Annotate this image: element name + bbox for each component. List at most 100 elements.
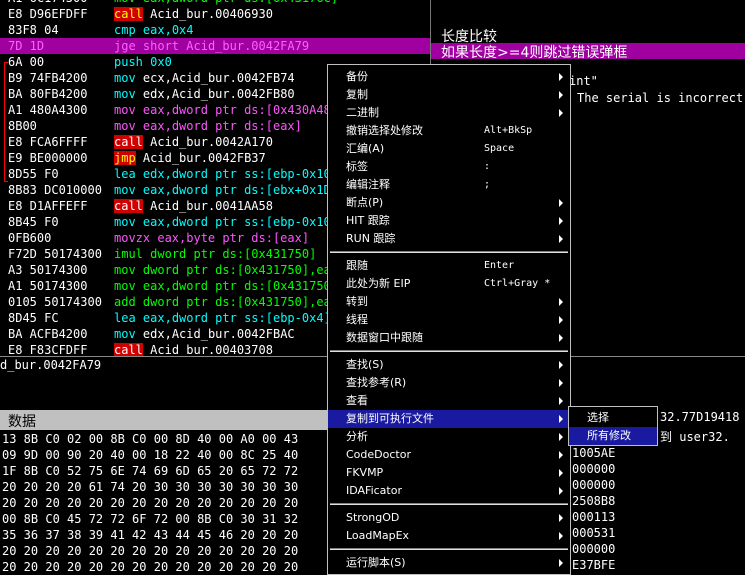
disasm-operands: eax,dword ptr ss:[ebp-0x4] xyxy=(142,311,331,325)
menu-item-8[interactable]: HIT 跟踪 xyxy=(328,212,570,230)
menu-item-shortcut: Alt+BkSp xyxy=(484,125,533,136)
disasm-instruction: lea eax,dword ptr ss:[ebp-0x4] xyxy=(114,310,331,326)
menu-item-label: 复制到可执行文件 xyxy=(346,412,434,425)
menu-item-6[interactable]: 编辑注释; xyxy=(328,176,570,194)
menu-item-5[interactable]: 标签: xyxy=(328,158,570,176)
data-pane-title: 数据 xyxy=(8,414,36,430)
context-menu[interactable]: 备份 复制二进制撤销选择处修改 Alt+BkSp 汇编(A) Space 标签: 编辑注释;… xyxy=(327,64,571,575)
menu-item-label: CodeDoctor xyxy=(346,448,411,461)
menu-item-15[interactable]: 数据窗口中跟随 xyxy=(328,329,570,347)
disasm-instruction: mov dword ptr ds:[0x431750],eax xyxy=(114,262,338,278)
menu-item-label: 二进制 xyxy=(346,106,379,119)
stack-addr-label: 32.77D19418 xyxy=(660,410,740,424)
menu-item-2[interactable]: 二进制 xyxy=(328,104,570,122)
disasm-opcode-bytes: A3 50174300 xyxy=(8,263,88,277)
stack-value: E37BFE xyxy=(572,558,616,572)
disasm-row[interactable]: 83F8 04 cmp eax,0x4 xyxy=(0,22,430,38)
menu-item-18[interactable]: 查找参考(R) xyxy=(328,374,570,392)
disasm-operands: eax,dword ptr ds:[ebx+0x1DC] xyxy=(142,183,346,197)
disasm-instruction: mov eax,dword ptr ds:[0x431750] xyxy=(114,278,338,294)
menu-item-label: 线程 xyxy=(346,313,368,326)
menu-item-label: StrongOD xyxy=(346,511,400,524)
menu-item-label: LoadMapEx xyxy=(346,529,410,542)
disasm-opcode-bytes: 0105 50174300 xyxy=(8,295,102,309)
disasm-instruction: imul dword ptr ds:[0x431750] xyxy=(114,246,316,262)
menu-item-label: 转到 xyxy=(346,295,368,308)
submenu-item-0[interactable]: 选择 xyxy=(569,409,657,427)
menu-item-29[interactable]: 运行脚本(S) xyxy=(328,554,570,572)
disasm-mnemonic: lea xyxy=(114,311,136,325)
menu-item-13[interactable]: 转到 xyxy=(328,293,570,311)
menu-item-label: FKVMP xyxy=(346,466,384,479)
menu-item-9[interactable]: RUN 跟踪 xyxy=(328,230,570,248)
disasm-instruction: movzx eax,byte ptr ds:[eax] xyxy=(114,230,309,246)
menu-item-26[interactable]: StrongOD xyxy=(328,509,570,527)
submenu-arrow-icon xyxy=(559,532,563,540)
disasm-mnemonic: mov xyxy=(114,215,136,229)
disasm-opcode-bytes: B9 74FB4200 xyxy=(8,71,88,85)
disasm-opcode-bytes: 8B83 DC010000 xyxy=(8,183,102,197)
disasm-mnemonic: mov xyxy=(114,327,136,341)
menu-item-label: 数据窗口中跟随 xyxy=(346,331,423,344)
menu-item-4[interactable]: 汇编(A) Space xyxy=(328,140,570,158)
menu-item-24[interactable]: IDAFicator xyxy=(328,482,570,500)
menu-item-7[interactable]: 断点(P) xyxy=(328,194,570,212)
submenu-arrow-icon xyxy=(559,379,563,387)
disasm-opcode-bytes: E8 F83CFDFF xyxy=(8,343,88,356)
hex-dump-row: 00 8B C0 45 72 72 6F 72 00 8B C0 30 31 3… xyxy=(2,512,299,526)
menu-item-label: 跟随 xyxy=(346,259,368,272)
menu-item-0[interactable]: 备份 xyxy=(328,68,570,86)
disasm-instruction: mov edx,Acid_bur.0042FB80 xyxy=(114,86,295,102)
disasm-row[interactable]: E8 D96EFDFF call Acid_bur.00406930 xyxy=(0,6,430,22)
menu-item-22[interactable]: CodeDoctor xyxy=(328,446,570,464)
disasm-mnemonic: cmp xyxy=(114,23,136,37)
menu-item-21[interactable]: 分析 xyxy=(328,428,570,446)
submenu-arrow-icon xyxy=(559,451,563,459)
menu-item-12[interactable]: 此处为新 EIP Ctrl+Gray * xyxy=(328,275,570,293)
disasm-mnemonic: jmp xyxy=(114,151,136,165)
disasm-opcode-bytes: 83F8 04 xyxy=(8,23,59,37)
menu-item-1[interactable]: 复制 xyxy=(328,86,570,104)
disasm-opcode-bytes: 0FB600 xyxy=(8,231,52,245)
comment-jump-explanation: 如果长度>=4则跳过错误弹框 xyxy=(441,45,628,61)
submenu-arrow-icon xyxy=(559,469,563,477)
disasm-instruction: mov eax,dword ptr ds:[0x430A48] xyxy=(114,102,338,118)
menu-item-17[interactable]: 查找(S) xyxy=(328,356,570,374)
menu-item-19[interactable]: 查看 xyxy=(328,392,570,410)
stack-value: 1005AE xyxy=(572,446,616,460)
hex-dump-row: 09 9D 00 90 20 40 00 18 22 40 00 8C 25 4… xyxy=(2,448,299,462)
disasm-operands: Acid_bur.0042A170 xyxy=(150,135,273,149)
disasm-instruction: mov edx,Acid_bur.0042FBAC xyxy=(114,326,295,342)
menu-item-3[interactable]: 撤销选择处修改 Alt+BkSp xyxy=(328,122,570,140)
disasm-operands: eax,dword ptr ds:[0x430A48] xyxy=(142,103,338,117)
menu-item-label: HIT 跟踪 xyxy=(346,214,390,227)
menu-item-27[interactable]: LoadMapEx xyxy=(328,527,570,545)
menu-item-20[interactable]: 复制到可执行文件 xyxy=(328,410,570,428)
disasm-operands: edx,dword ptr ss:[ebp-0x10] xyxy=(142,167,338,181)
menu-item-label: 运行脚本(S) xyxy=(346,556,406,569)
disasm-row[interactable]: 7D 1D jge short Acid_bur.0042FA79 xyxy=(0,38,430,54)
disasm-instruction: mov eax,dword ptr ss:[ebp-0x10] xyxy=(114,214,338,230)
disasm-operands: edx,Acid_bur.0042FB80 xyxy=(142,87,295,101)
disasm-opcode-bytes: 7D 1D xyxy=(8,39,45,53)
hex-dump-pane[interactable]: 13 8B C0 02 00 8B C0 00 8D 40 00 A0 00 4… xyxy=(0,430,330,575)
menu-item-23[interactable]: FKVMP xyxy=(328,464,570,482)
stack-value: 2508B8 xyxy=(572,494,616,508)
menu-item-11[interactable]: 跟随 Enter xyxy=(328,257,570,275)
submenu-arrow-icon xyxy=(559,415,563,423)
menu-item-14[interactable]: 线程 xyxy=(328,311,570,329)
menu-item-label: 查看 xyxy=(346,394,368,407)
disasm-instruction: lea edx,dword ptr ss:[ebp-0x10] xyxy=(114,166,338,182)
data-pane-header[interactable]: 数据 xyxy=(0,410,330,430)
menu-separator xyxy=(330,503,568,505)
disasm-opcode-bytes: E8 D96EFDFF xyxy=(8,7,88,21)
disasm-operands: edx,Acid_bur.0042FBAC xyxy=(142,327,295,341)
submenu-arrow-icon xyxy=(559,91,563,99)
disasm-opcode-bytes: E8 D1AFFEFF xyxy=(8,199,88,213)
disasm-opcode-bytes: E9 BE000000 xyxy=(8,151,88,165)
submenu-item-1[interactable]: 所有修改 xyxy=(569,427,657,445)
disasm-instruction: mov eax,dword ptr ds:[eax] xyxy=(114,118,302,134)
disasm-mnemonic: mov xyxy=(114,263,136,277)
disasm-mnemonic: jge short xyxy=(114,39,180,53)
copy-to-executable-submenu[interactable]: 选择 所有修改 xyxy=(568,406,658,446)
